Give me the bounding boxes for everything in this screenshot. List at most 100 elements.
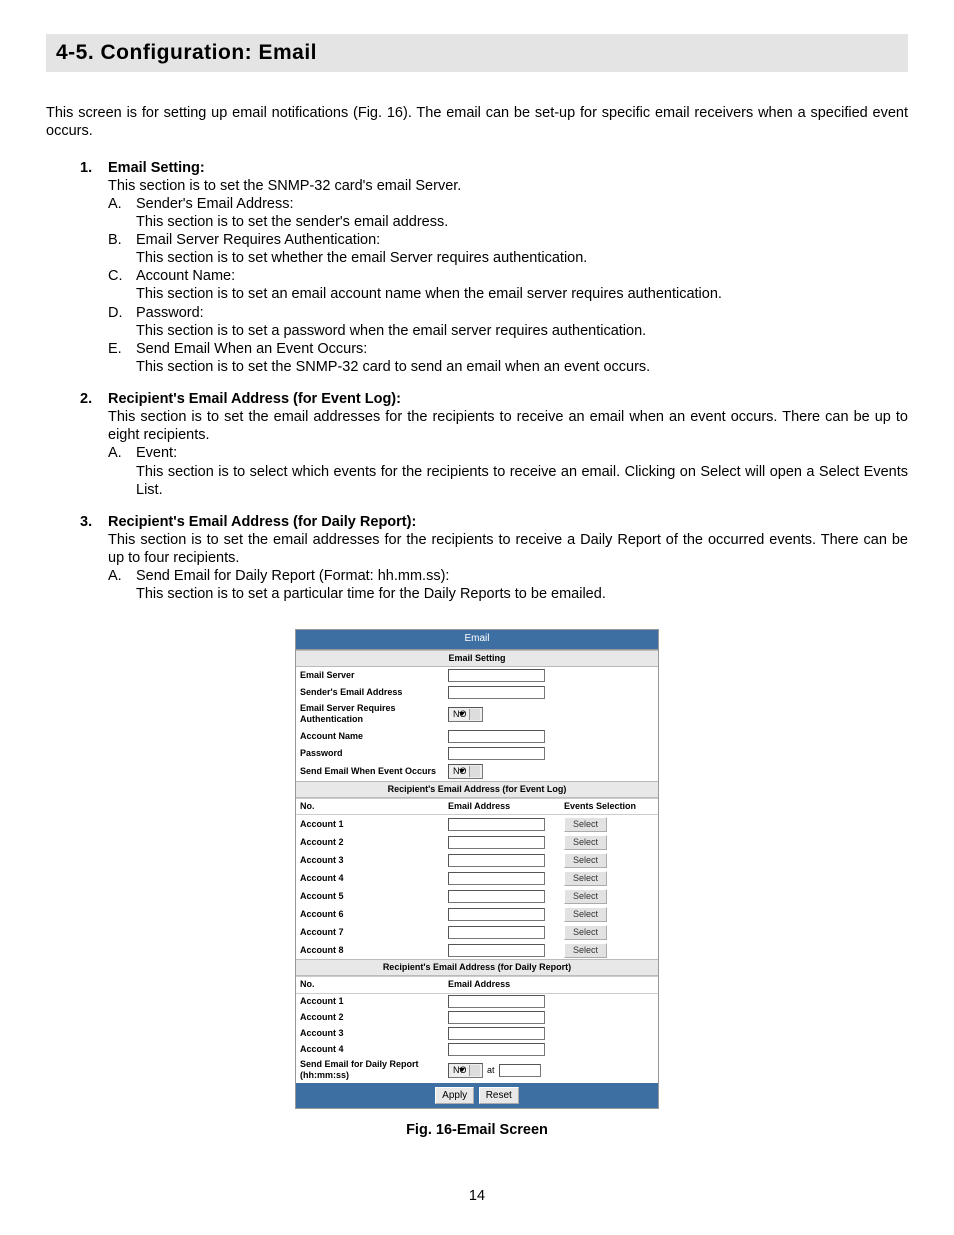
sub-desc: This section is to set whether the email… — [136, 250, 587, 266]
reset-button[interactable]: Reset — [479, 1087, 519, 1104]
label-account-name: Account Name — [296, 728, 444, 745]
daily-email-input[interactable] — [448, 1011, 545, 1024]
email-server-input[interactable] — [448, 669, 545, 682]
sub-head: Event: — [136, 445, 177, 461]
row-label: Account 3 — [296, 851, 444, 869]
item-number: 2. — [80, 390, 92, 408]
select-button[interactable]: Select — [564, 871, 607, 886]
sub-letter: B. — [108, 231, 122, 249]
sub-head: Send Email When an Event Occurs: — [136, 341, 367, 357]
daily-time-input[interactable] — [499, 1064, 541, 1077]
item-number: 1. — [80, 159, 92, 177]
col-events: Events Selection — [560, 798, 658, 814]
row-label: Account 3 — [296, 1026, 444, 1042]
select-button[interactable]: Select — [564, 817, 607, 832]
row-label: Account 7 — [296, 923, 444, 941]
sub-list-2: A.Event:This section is to select which … — [108, 444, 908, 498]
item-head: Recipient's Email Address (for Daily Rep… — [108, 514, 416, 530]
sub-letter: C. — [108, 267, 123, 285]
section-email-setting: Email Setting — [296, 650, 658, 667]
sender-email-input[interactable] — [448, 686, 545, 699]
sub-letter: A. — [108, 195, 122, 213]
password-input[interactable] — [448, 747, 545, 760]
panel-header: Email — [296, 630, 658, 650]
label-auth: Email Server Requires Authentication — [296, 701, 444, 728]
item-1: 1. Email Setting: This section is to set… — [80, 159, 908, 377]
sub-head: Email Server Requires Authentication: — [136, 232, 380, 248]
select-button[interactable]: Select — [564, 889, 607, 904]
item-2: 2. Recipient's Email Address (for Event … — [80, 390, 908, 499]
sub-list-3: A. Send Email for Daily Report (Format: h… — [108, 567, 908, 603]
col-email: Email Address — [444, 798, 560, 814]
row-label: Account 8 — [296, 941, 444, 959]
sub-head: Account Name: — [136, 268, 235, 284]
item-desc: This section is to set the email address… — [108, 409, 908, 443]
settings-table: Email Server Sender's Email Address Emai… — [296, 667, 658, 781]
select-button[interactable]: Select — [564, 907, 607, 922]
event-log-table: No. Email Address Events Selection Accou… — [296, 798, 658, 959]
section-title: 4-5. Configuration: Email — [46, 34, 908, 72]
auth-select[interactable]: NO — [448, 707, 483, 722]
label-password: Password — [296, 745, 444, 762]
event-email-input[interactable] — [448, 836, 545, 849]
daily-email-input[interactable] — [448, 995, 545, 1008]
daily-email-input[interactable] — [448, 1043, 545, 1056]
chevron-down-icon — [459, 712, 465, 716]
select-button[interactable]: Select — [564, 943, 607, 958]
account-name-input[interactable] — [448, 730, 545, 743]
page-number: 14 — [46, 1187, 908, 1205]
select-button[interactable]: Select — [564, 835, 607, 850]
daily-email-input[interactable] — [448, 1027, 545, 1040]
event-email-input[interactable] — [448, 944, 545, 957]
section-daily-report: Recipient's Email Address (for Daily Rep… — [296, 959, 658, 976]
daily-report-table: No. Email Address Account 1 Account 2 Ac… — [296, 976, 658, 1083]
apply-button[interactable]: Apply — [435, 1087, 474, 1104]
sub-letter: E. — [108, 340, 122, 358]
sub-head: Sender's Email Address: — [136, 196, 294, 212]
main-list: 1. Email Setting: This section is to set… — [46, 159, 908, 604]
item-desc: This section is to set the email address… — [108, 532, 908, 566]
email-panel: Email Email Setting Email Server Sender'… — [295, 629, 659, 1109]
label-sender-email: Sender's Email Address — [296, 684, 444, 701]
daily-select[interactable]: NO — [448, 1063, 483, 1078]
item-3: 3. Recipient's Email Address (for Daily … — [80, 513, 908, 604]
row-label: Account 2 — [296, 1010, 444, 1026]
label-email-server: Email Server — [296, 667, 444, 684]
figure-wrap: Email Email Setting Email Server Sender'… — [46, 629, 908, 1139]
sub-letter: D. — [108, 304, 123, 322]
sub-desc: This section is to set the SNMP-32 card … — [136, 359, 650, 375]
event-email-input[interactable] — [448, 854, 545, 867]
sub-letter: A. — [108, 567, 122, 585]
label-send-on-event: Send Email When Event Occurs — [296, 762, 444, 781]
sub-desc: This section is to set a particular time… — [136, 586, 606, 602]
event-email-input[interactable] — [448, 890, 545, 903]
sub-desc: This section is to select which events f… — [136, 464, 908, 498]
label-daily-send: Send Email for Daily Report (hh:mm:ss) — [296, 1058, 444, 1084]
item-desc: This section is to set the SNMP-32 card'… — [108, 178, 461, 194]
sub-head: Password: — [136, 305, 204, 321]
row-label: Account 4 — [296, 869, 444, 887]
select-button[interactable]: Select — [564, 853, 607, 868]
event-email-input[interactable] — [448, 818, 545, 831]
event-email-input[interactable] — [448, 872, 545, 885]
sub-head: Send Email for Daily Report (Format: hh.… — [136, 568, 449, 584]
item-number: 3. — [80, 513, 92, 531]
intro-paragraph: This screen is for setting up email noti… — [46, 104, 908, 140]
sub-list-1: A. Sender's Email Address: This section is… — [108, 195, 908, 376]
select-button[interactable]: Select — [564, 925, 607, 940]
chevron-down-icon — [459, 769, 465, 773]
item-head: Email Setting: — [108, 160, 205, 176]
row-label: Account 6 — [296, 905, 444, 923]
section-event-log: Recipient's Email Address (for Event Log… — [296, 781, 658, 798]
at-label: at — [487, 1065, 495, 1075]
figure-caption: Fig. 16-Email Screen — [46, 1121, 908, 1139]
row-label: Account 5 — [296, 887, 444, 905]
event-email-input[interactable] — [448, 908, 545, 921]
sub-desc: This section is to set a password when t… — [136, 323, 646, 339]
col-no: No. — [296, 977, 444, 993]
event-email-input[interactable] — [448, 926, 545, 939]
col-no: No. — [296, 798, 444, 814]
sub-desc: This section is to set an email account … — [136, 286, 722, 302]
send-on-event-select[interactable]: NO — [448, 764, 483, 779]
item-head: Recipient's Email Address (for Event Log… — [108, 391, 401, 407]
